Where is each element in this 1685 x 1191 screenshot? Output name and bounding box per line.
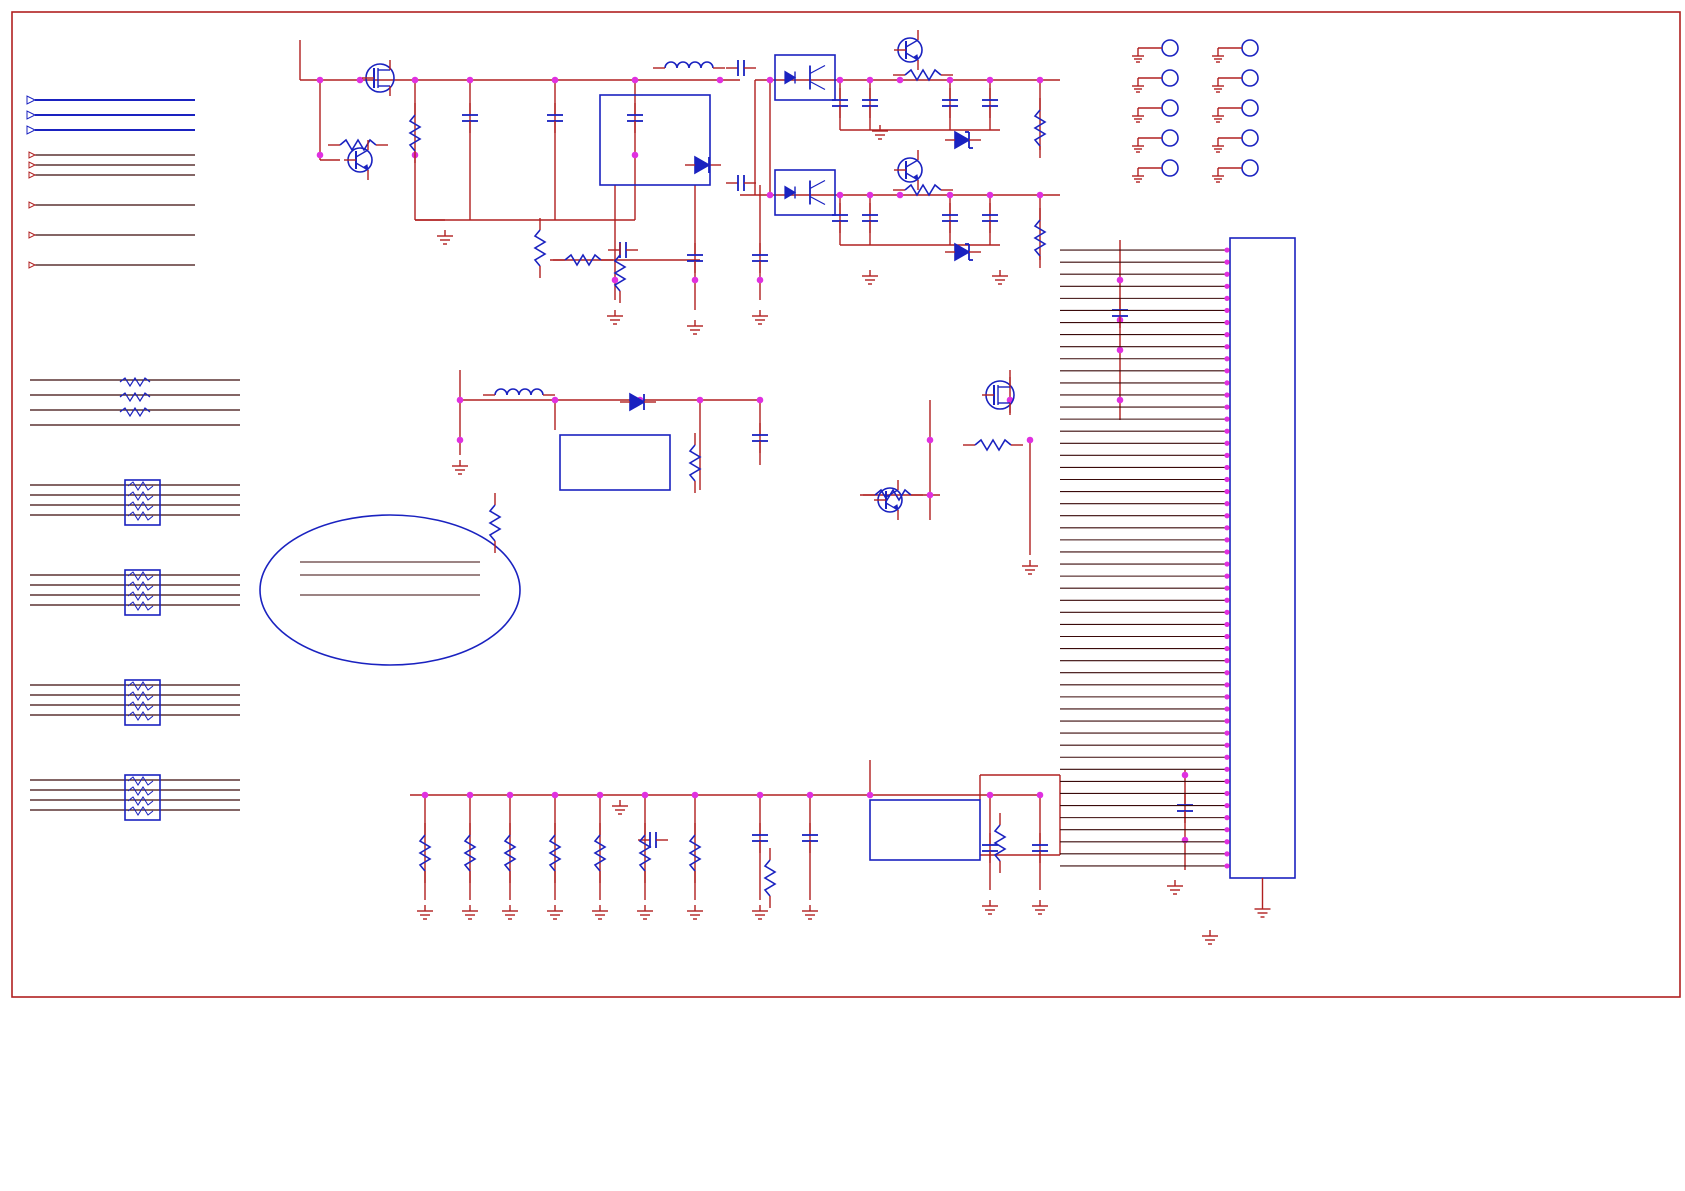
schematic-diagram [0,0,1685,1191]
